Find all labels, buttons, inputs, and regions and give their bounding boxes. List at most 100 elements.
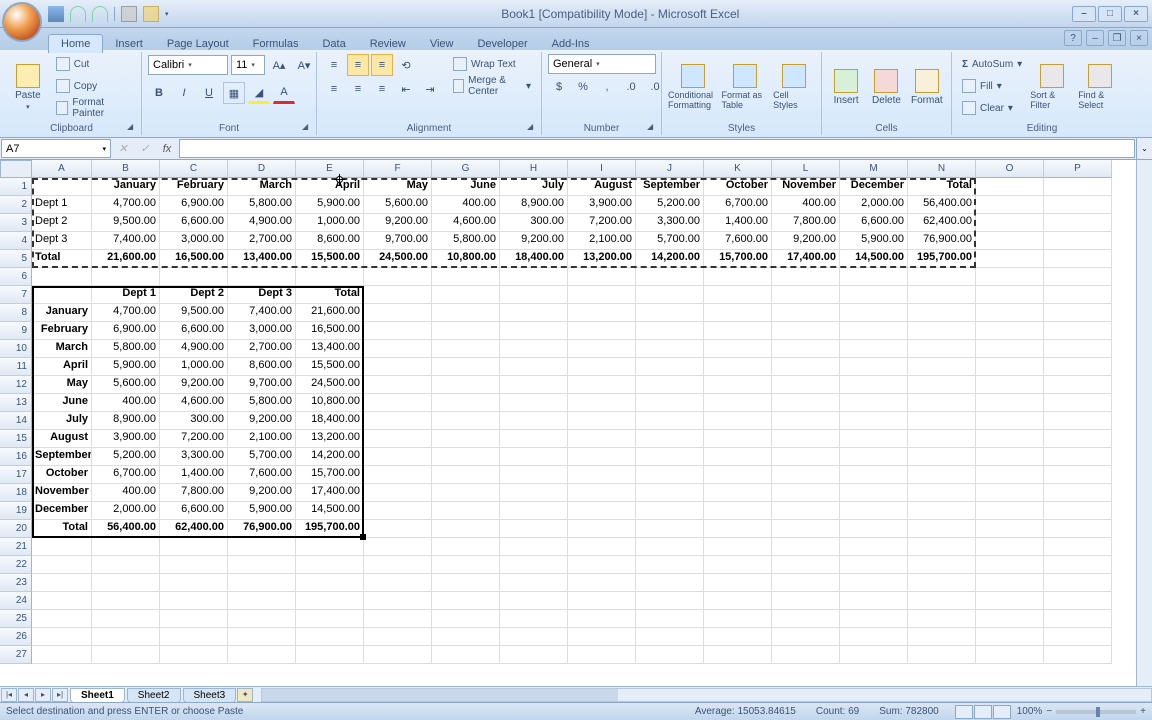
- cell[interactable]: [432, 646, 500, 664]
- cell[interactable]: 6,900.00: [92, 322, 160, 340]
- cell[interactable]: 56,400.00: [908, 196, 976, 214]
- cell[interactable]: [772, 322, 840, 340]
- cell[interactable]: [364, 412, 432, 430]
- cell[interactable]: [976, 250, 1044, 268]
- tab-page-layout[interactable]: Page Layout: [155, 35, 241, 53]
- cell[interactable]: [772, 520, 840, 538]
- cell[interactable]: [840, 520, 908, 538]
- cell[interactable]: 7,400.00: [228, 304, 296, 322]
- cell[interactable]: 1,000.00: [160, 358, 228, 376]
- row-header[interactable]: 5: [0, 250, 32, 268]
- cell[interactable]: [908, 574, 976, 592]
- cell[interactable]: [500, 574, 568, 592]
- cell[interactable]: [568, 538, 636, 556]
- cell[interactable]: 4,600.00: [432, 214, 500, 232]
- cell[interactable]: 15,700.00: [704, 250, 772, 268]
- cell[interactable]: 5,600.00: [364, 196, 432, 214]
- cell[interactable]: [772, 484, 840, 502]
- cell[interactable]: [976, 358, 1044, 376]
- cell[interactable]: [364, 286, 432, 304]
- enter-icon[interactable]: ✓: [134, 138, 156, 159]
- cell[interactable]: [568, 358, 636, 376]
- cell[interactable]: [92, 592, 160, 610]
- cell[interactable]: 5,200.00: [92, 448, 160, 466]
- row-header[interactable]: 3: [0, 214, 32, 232]
- cell[interactable]: [568, 322, 636, 340]
- cell[interactable]: 2,100.00: [568, 232, 636, 250]
- shrink-font-button[interactable]: A▾: [293, 54, 315, 76]
- cell[interactable]: [432, 448, 500, 466]
- cell[interactable]: 195,700.00: [908, 250, 976, 268]
- cell[interactable]: [32, 592, 92, 610]
- cell[interactable]: 56,400.00: [92, 520, 160, 538]
- cell[interactable]: [296, 556, 364, 574]
- cell[interactable]: 7,400.00: [92, 232, 160, 250]
- zoom-level[interactable]: 100%: [1017, 706, 1043, 717]
- cell[interactable]: [840, 484, 908, 502]
- cell[interactable]: [568, 592, 636, 610]
- cell[interactable]: 14,500.00: [840, 250, 908, 268]
- cell[interactable]: [976, 592, 1044, 610]
- cell[interactable]: [1044, 340, 1112, 358]
- cell[interactable]: [704, 304, 772, 322]
- cell[interactable]: [32, 538, 92, 556]
- cell[interactable]: [976, 646, 1044, 664]
- row-header[interactable]: 1: [0, 178, 32, 196]
- cell[interactable]: [704, 646, 772, 664]
- cell[interactable]: [704, 322, 772, 340]
- cell[interactable]: 7,800.00: [160, 484, 228, 502]
- cell[interactable]: [772, 340, 840, 358]
- cell[interactable]: [636, 466, 704, 484]
- tab-data[interactable]: Data: [310, 35, 357, 53]
- column-header[interactable]: D: [228, 160, 296, 178]
- cell[interactable]: 4,600.00: [160, 394, 228, 412]
- format-painter-button[interactable]: Format Painter: [52, 98, 135, 118]
- cell[interactable]: [636, 430, 704, 448]
- cell[interactable]: [296, 592, 364, 610]
- row-header[interactable]: 8: [0, 304, 32, 322]
- cell[interactable]: April: [32, 358, 92, 376]
- tab-review[interactable]: Review: [358, 35, 418, 53]
- cell[interactable]: [32, 268, 92, 286]
- cell[interactable]: 9,200.00: [160, 376, 228, 394]
- cell[interactable]: [568, 304, 636, 322]
- cell[interactable]: [772, 268, 840, 286]
- cell[interactable]: [160, 592, 228, 610]
- cell[interactable]: [1044, 322, 1112, 340]
- cell[interactable]: 400.00: [92, 484, 160, 502]
- cell[interactable]: 6,600.00: [160, 502, 228, 520]
- cell[interactable]: [704, 574, 772, 592]
- cell[interactable]: [772, 412, 840, 430]
- cell[interactable]: [500, 394, 568, 412]
- cell[interactable]: [636, 322, 704, 340]
- cell[interactable]: [364, 340, 432, 358]
- align-top-button[interactable]: ≡: [323, 54, 345, 76]
- cell[interactable]: November: [772, 178, 840, 196]
- cell[interactable]: [704, 556, 772, 574]
- cell[interactable]: Dept 2: [160, 286, 228, 304]
- cell[interactable]: 13,200.00: [296, 430, 364, 448]
- cell[interactable]: [636, 304, 704, 322]
- cell[interactable]: 17,400.00: [296, 484, 364, 502]
- cell[interactable]: June: [32, 394, 92, 412]
- align-left-button[interactable]: ≡: [323, 78, 345, 100]
- column-header[interactable]: P: [1044, 160, 1112, 178]
- zoom-out-button[interactable]: −: [1046, 706, 1052, 717]
- cell[interactable]: 24,500.00: [364, 250, 432, 268]
- cell[interactable]: [364, 574, 432, 592]
- cell[interactable]: [92, 610, 160, 628]
- cell[interactable]: 2,100.00: [228, 430, 296, 448]
- tab-add-ins[interactable]: Add-Ins: [540, 35, 602, 53]
- cell[interactable]: [92, 628, 160, 646]
- cell[interactable]: [1044, 592, 1112, 610]
- cell[interactable]: [364, 520, 432, 538]
- cell[interactable]: [432, 502, 500, 520]
- cell[interactable]: [364, 466, 432, 484]
- cell[interactable]: June: [432, 178, 500, 196]
- cell[interactable]: [364, 484, 432, 502]
- cell[interactable]: [92, 574, 160, 592]
- row-header[interactable]: 16: [0, 448, 32, 466]
- conditional-formatting-button[interactable]: Conditional Formatting: [668, 54, 718, 120]
- cell[interactable]: [432, 484, 500, 502]
- cell[interactable]: Dept 3: [32, 232, 92, 250]
